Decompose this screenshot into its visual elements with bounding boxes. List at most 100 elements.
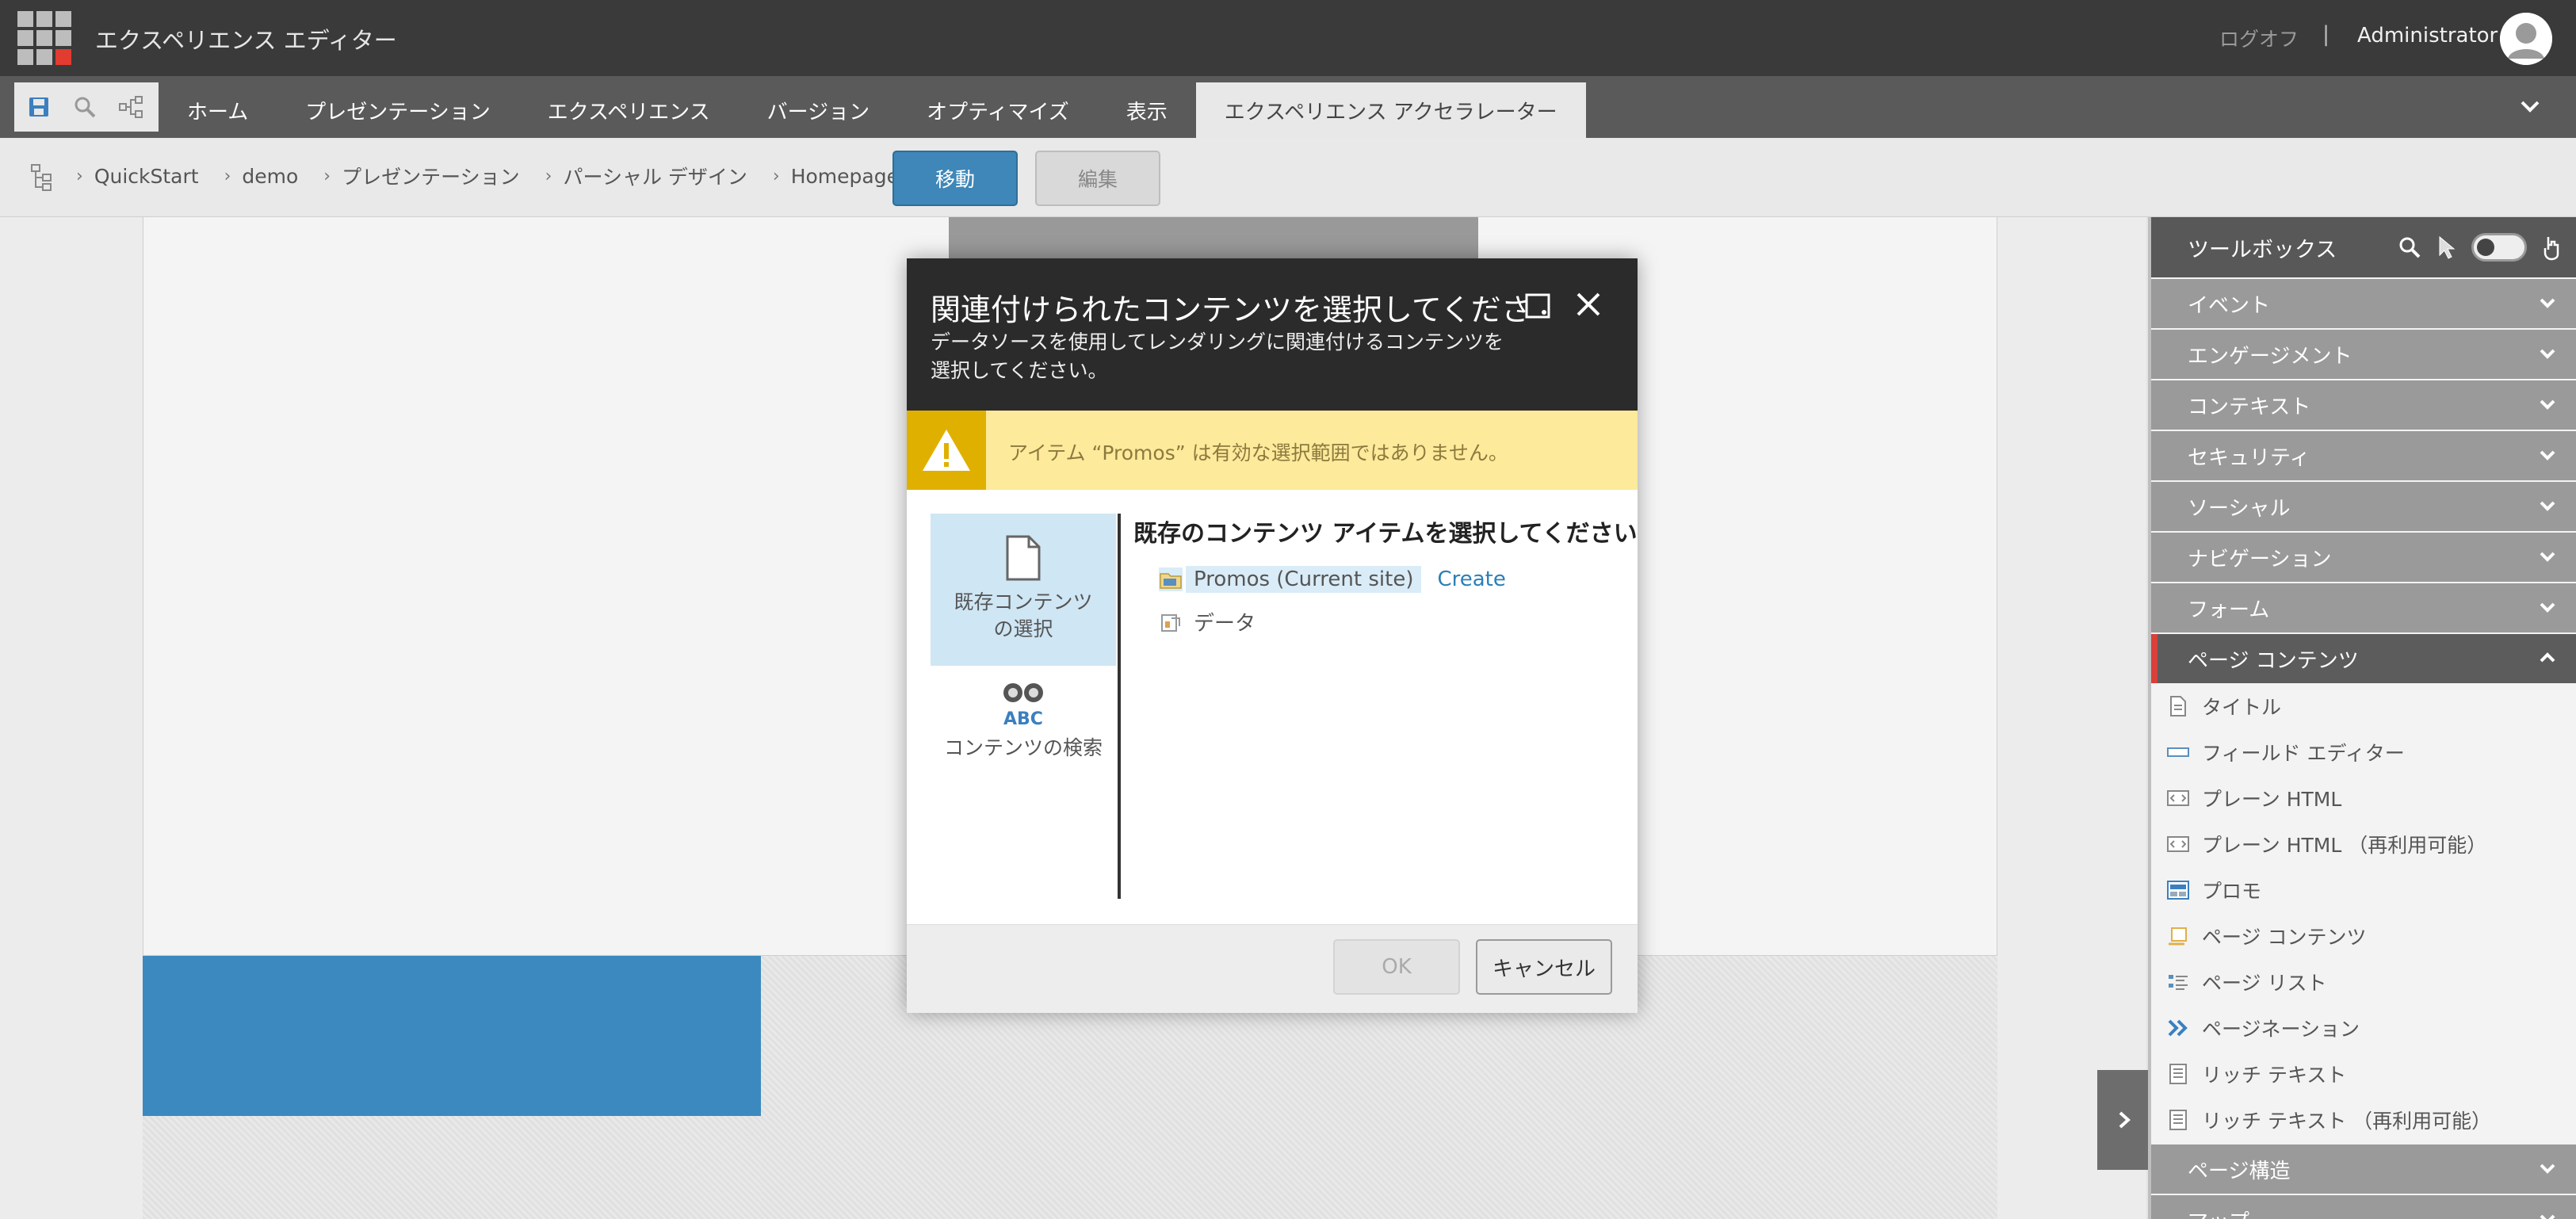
tab-view[interactable]: 表示 (1098, 82, 1196, 138)
document-icon (1006, 535, 1041, 581)
toolbox-item-pagination[interactable]: ページネーション (2151, 1005, 2576, 1051)
create-link[interactable]: Create (1437, 567, 1505, 591)
close-icon[interactable] (1573, 289, 1604, 320)
dialog-header: 関連付けられたコンテンツを選択してください データソースを使用してレンダリングに… (907, 258, 1638, 411)
cancel-button[interactable]: キャンセル (1476, 939, 1612, 995)
toolbox-item-field-editor[interactable]: フィールド エディター (2151, 729, 2576, 775)
toolbox-item-title[interactable]: タイトル (2151, 683, 2576, 729)
chevron-right-icon: › (545, 166, 552, 186)
section-context[interactable]: コンテキスト (2151, 380, 2576, 430)
pointer-icon[interactable] (2436, 235, 2457, 260)
chevron-right-icon: › (323, 166, 331, 186)
section-forms[interactable]: フォーム (2151, 583, 2576, 632)
section-events[interactable]: イベント (2151, 279, 2576, 328)
breadcrumb-bar: › QuickStart › demo › プレゼンテーション › パーシャル デザイン… (0, 138, 2576, 217)
hand-icon[interactable] (2541, 234, 2562, 261)
tree-icon[interactable] (30, 163, 55, 192)
chevron-down-icon (2540, 1164, 2555, 1174)
tab-optimize[interactable]: オプティマイズ (898, 82, 1098, 138)
warning-banner: アイテム “Promos” は有効な選択範囲ではありません。 (907, 411, 1638, 490)
empty-placeholder-area (143, 1116, 761, 1219)
chevron-down-icon (2540, 501, 2555, 511)
breadcrumb-item[interactable]: › パーシャル デザイン (545, 162, 747, 190)
search-icon[interactable] (2397, 235, 2422, 260)
option-select-existing[interactable]: 既存コンテンツの選択 (931, 514, 1116, 666)
avatar[interactable] (2500, 13, 2552, 65)
toolbox-item-promo[interactable]: プロモ (2151, 867, 2576, 913)
toolbox-item-rich-text-reusable[interactable]: リッチ テキスト （再利用可能） (2151, 1097, 2576, 1143)
list-icon (2167, 971, 2189, 993)
section-social[interactable]: ソーシャル (2151, 482, 2576, 531)
select-content-dialog: 関連付けられたコンテンツを選択してください データソースを使用してレンダリングに… (907, 258, 1638, 1013)
maximize-icon[interactable] (1523, 292, 1552, 320)
header-separator: | (2322, 22, 2330, 47)
section-security[interactable]: セキュリティ (2151, 431, 2576, 480)
section-engagement[interactable]: エンゲージメント (2151, 330, 2576, 379)
chevron-down-icon (2540, 602, 2555, 613)
app-title: エクスペリエンス エディター (95, 27, 397, 54)
toolbox-tools (2397, 233, 2562, 262)
tree-item-promos[interactable]: Promos (Current site) Create (1159, 566, 1506, 593)
pane-title: 既存のコンテンツ アイテムを選択してください (1133, 520, 1638, 548)
folder-icon (1159, 567, 1183, 591)
dialog-subtitle: データソースを使用してレンダリングに関連付けるコンテンツを選択してください。 (931, 331, 1504, 382)
tree-item-data[interactable]: データ (1159, 607, 1256, 636)
breadcrumb-item[interactable]: › プレゼンテーション (323, 162, 519, 190)
section-navigation[interactable]: ナビゲーション (2151, 533, 2576, 582)
ok-button[interactable]: OK (1333, 939, 1460, 995)
tab-experience[interactable]: エクスペリエンス (519, 82, 739, 138)
toolbox-title: ツールボックス (2188, 237, 2337, 262)
chevron-right-icon (2119, 1111, 2131, 1129)
binoculars-icon: ABC (1003, 683, 1043, 729)
section-map[interactable]: マップ (2151, 1195, 2576, 1219)
toolbox-item-rich-text[interactable]: リッチ テキスト (2151, 1051, 2576, 1097)
structure-icon[interactable] (116, 92, 146, 122)
expand-panel-button[interactable] (2097, 1070, 2151, 1170)
chevron-down-icon (2540, 349, 2555, 359)
chevron-down-icon (2540, 1214, 2555, 1219)
mode-toggle[interactable] (2471, 233, 2527, 262)
app-launcher-icon[interactable] (17, 11, 71, 65)
search-icon[interactable] (70, 92, 100, 122)
toolbox-item-page-list[interactable]: ページ リスト (2151, 959, 2576, 1005)
user-icon (2500, 13, 2552, 65)
user-name[interactable]: Administrator (2357, 24, 2498, 48)
ribbon-tabs: ホーム プレゼンテーション エクスペリエンス バージョン オプティマイズ 表示 … (159, 82, 1586, 138)
double-chevron-icon (2167, 1017, 2189, 1039)
tab-version[interactable]: バージョン (739, 82, 898, 138)
document-icon (2167, 695, 2189, 717)
go-button[interactable]: 移動 (892, 151, 1018, 206)
quick-access-toolbar (14, 82, 159, 132)
chevron-down-icon[interactable] (2514, 90, 2546, 122)
chevron-down-icon (2540, 552, 2555, 562)
logoff-link[interactable]: ログオフ (2219, 24, 2299, 52)
section-page-content[interactable]: ページ コンテンツ (2151, 634, 2576, 683)
section-page-structure[interactable]: ページ構造 (2151, 1144, 2576, 1194)
blue-banner-block[interactable] (143, 956, 761, 1116)
toolbox-item-plain-html-reusable[interactable]: プレーン HTML （再利用可能） (2151, 821, 2576, 867)
save-icon[interactable] (24, 92, 54, 122)
chevron-up-icon (2540, 652, 2555, 663)
chevron-right-icon: › (76, 166, 83, 186)
option-search-content[interactable]: ABC コンテンツの検索 (931, 677, 1116, 772)
svg-text:ABC: ABC (1003, 709, 1043, 728)
data-folder-icon (1161, 613, 1180, 632)
toolbox-item-plain-html[interactable]: プレーン HTML (2151, 775, 2576, 821)
field-icon (2167, 741, 2189, 763)
breadcrumb: › QuickStart › demo › プレゼンテーション › パーシャル デザイン… (76, 162, 924, 190)
dialog-body: 既存コンテンツの選択 ABC コンテンツの検索 既存のコンテンツ アイテムを選択… (907, 490, 1638, 924)
breadcrumb-item[interactable]: › Homepage (773, 165, 899, 188)
promo-icon (2167, 879, 2189, 901)
tab-home[interactable]: ホーム (159, 82, 277, 138)
tab-experience-accelerator[interactable]: エクスペリエンス アクセラレーター (1195, 82, 1586, 138)
breadcrumb-item[interactable]: › QuickStart (76, 165, 199, 188)
toolbox-item-page-content[interactable]: ページ コンテンツ (2151, 913, 2576, 959)
chevron-down-icon (2540, 399, 2555, 410)
rich-text-icon (2167, 1109, 2189, 1131)
tab-presentation[interactable]: プレゼンテーション (277, 82, 518, 138)
html-icon (2167, 787, 2189, 809)
top-bar: エクスペリエンス エディター ログオフ | Administrator (0, 0, 2576, 76)
edit-button[interactable]: 編集 (1035, 151, 1160, 206)
dialog-title: 関連付けられたコンテンツを選択してください (931, 292, 1533, 327)
breadcrumb-item[interactable]: › demo (224, 165, 299, 188)
